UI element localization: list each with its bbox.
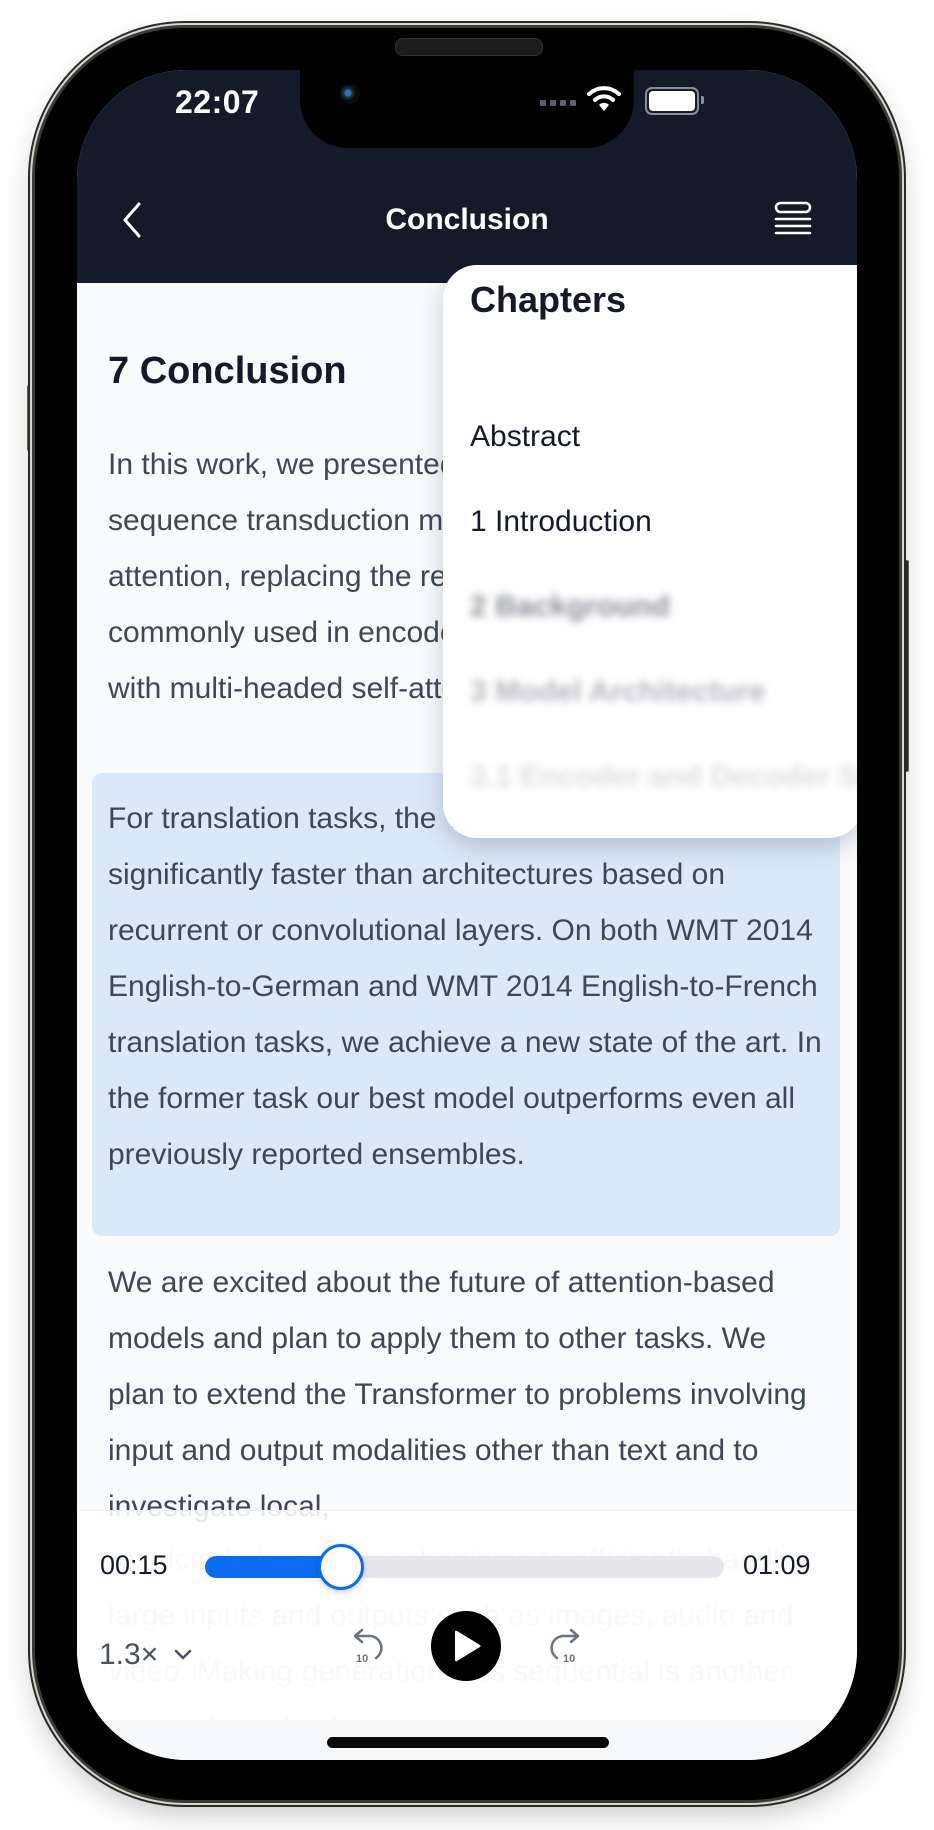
chapter-item-model-architecture[interactable]: 3 Model Architecture: [470, 675, 766, 709]
paragraph-highlighted: For translation tasks, the Transformer c…: [108, 802, 822, 1171]
status-time: 22:07: [175, 84, 260, 120]
navigation-bar: 22:07 Conclusion: [77, 70, 857, 283]
audio-player: 00:15 01:09 1.3× 10 10: [77, 1510, 857, 1721]
rewind-10-button[interactable]: 10: [350, 1624, 390, 1668]
camera-icon: [340, 84, 360, 104]
notch: [300, 70, 634, 148]
play-icon: [455, 1630, 481, 1662]
chapter-item-introduction[interactable]: 1 Introduction: [470, 505, 652, 539]
playback-speed-label: 1.3×: [99, 1638, 159, 1671]
cellular-signal-icon: [540, 100, 576, 106]
paragraph: We are excited about the future of atten…: [108, 1266, 807, 1523]
earpiece-speaker: [395, 38, 543, 56]
chapter-item-encoder-decoder[interactable]: 3.1 Encoder and Decoder Stacks: [470, 760, 857, 794]
nav-title: Conclusion: [385, 203, 549, 236]
total-time: 01:09: [743, 1550, 811, 1580]
forward-10-button[interactable]: 10: [543, 1624, 583, 1668]
elapsed-time: 00:15: [100, 1550, 168, 1580]
progress-slider[interactable]: [205, 1544, 724, 1590]
section-title: 7 Conclusion: [108, 350, 347, 392]
home-indicator[interactable]: [327, 1737, 609, 1748]
progress-thumb[interactable]: [317, 1544, 364, 1590]
screen: 7 Conclusion In this work, we presented …: [77, 70, 857, 1760]
battery-icon: [645, 87, 704, 115]
forward-seconds-label: 10: [563, 1653, 575, 1665]
rewind-seconds-label: 10: [356, 1653, 368, 1665]
chevron-down-icon: [174, 1649, 192, 1660]
chapters-menu-button[interactable]: [774, 201, 812, 237]
wifi-icon: [587, 86, 621, 111]
chapter-item-background[interactable]: 2 Background: [470, 590, 670, 624]
chapters-panel: Chapters Abstract 1 Introduction 2 Backg…: [443, 265, 857, 838]
playback-speed-selector[interactable]: 1.3×: [99, 1638, 192, 1672]
power-button: [900, 560, 909, 772]
chapters-title: Chapters: [470, 279, 627, 320]
play-button[interactable]: [431, 1611, 501, 1681]
chapter-item-abstract[interactable]: Abstract: [470, 420, 580, 454]
phone-frame: 7 Conclusion In this work, we presented …: [35, 28, 899, 1800]
